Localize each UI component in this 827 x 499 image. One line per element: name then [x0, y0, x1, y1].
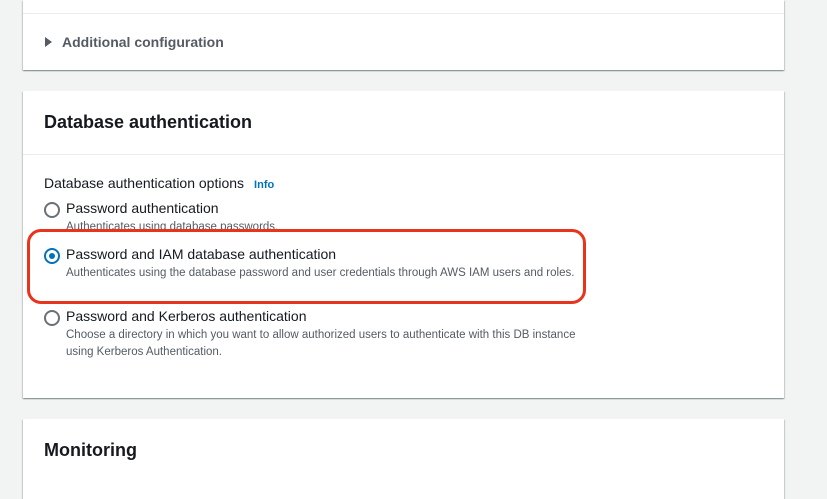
- radio-button-icon[interactable]: [44, 310, 60, 326]
- database-authentication-panel: Database authentication Database authent…: [23, 91, 784, 398]
- radio-button-selected-icon[interactable]: [44, 248, 60, 264]
- panel-title: Monitoring: [44, 440, 137, 460]
- panel-title: Database authentication: [44, 112, 253, 132]
- additional-configuration-expander[interactable]: Additional configuration: [45, 33, 224, 51]
- panel-divider: [23, 13, 784, 14]
- option-description: Choose a directory in which you want to …: [66, 329, 576, 358]
- info-link[interactable]: Info: [254, 179, 274, 191]
- radio-option-password-kerberos[interactable]: Password and Kerberos authentication Cho…: [44, 308, 584, 358]
- option-label: Password authentication: [66, 200, 219, 216]
- radio-option-password-iam[interactable]: Password and IAM database authentication…: [44, 246, 584, 296]
- radio-option-password[interactable]: Password authentication Authenticates us…: [44, 200, 584, 234]
- option-label: Password and Kerberos authentication: [66, 308, 307, 324]
- top-panel: Additional configuration: [23, 0, 784, 70]
- monitoring-panel: Monitoring: [23, 419, 784, 499]
- option-label: Password and IAM database authentication: [66, 246, 337, 262]
- additional-configuration-label: Additional configuration: [62, 34, 224, 50]
- caret-right-icon: [45, 37, 52, 47]
- panel-divider: [23, 154, 784, 155]
- auth-options-label-text: Database authentication options: [44, 175, 245, 191]
- option-description: Authenticates using database passwords.: [66, 221, 279, 231]
- auth-options-label: Database authentication options Info: [44, 175, 274, 191]
- option-description: Authenticates using the database passwor…: [66, 267, 575, 279]
- radio-button-icon[interactable]: [44, 202, 60, 218]
